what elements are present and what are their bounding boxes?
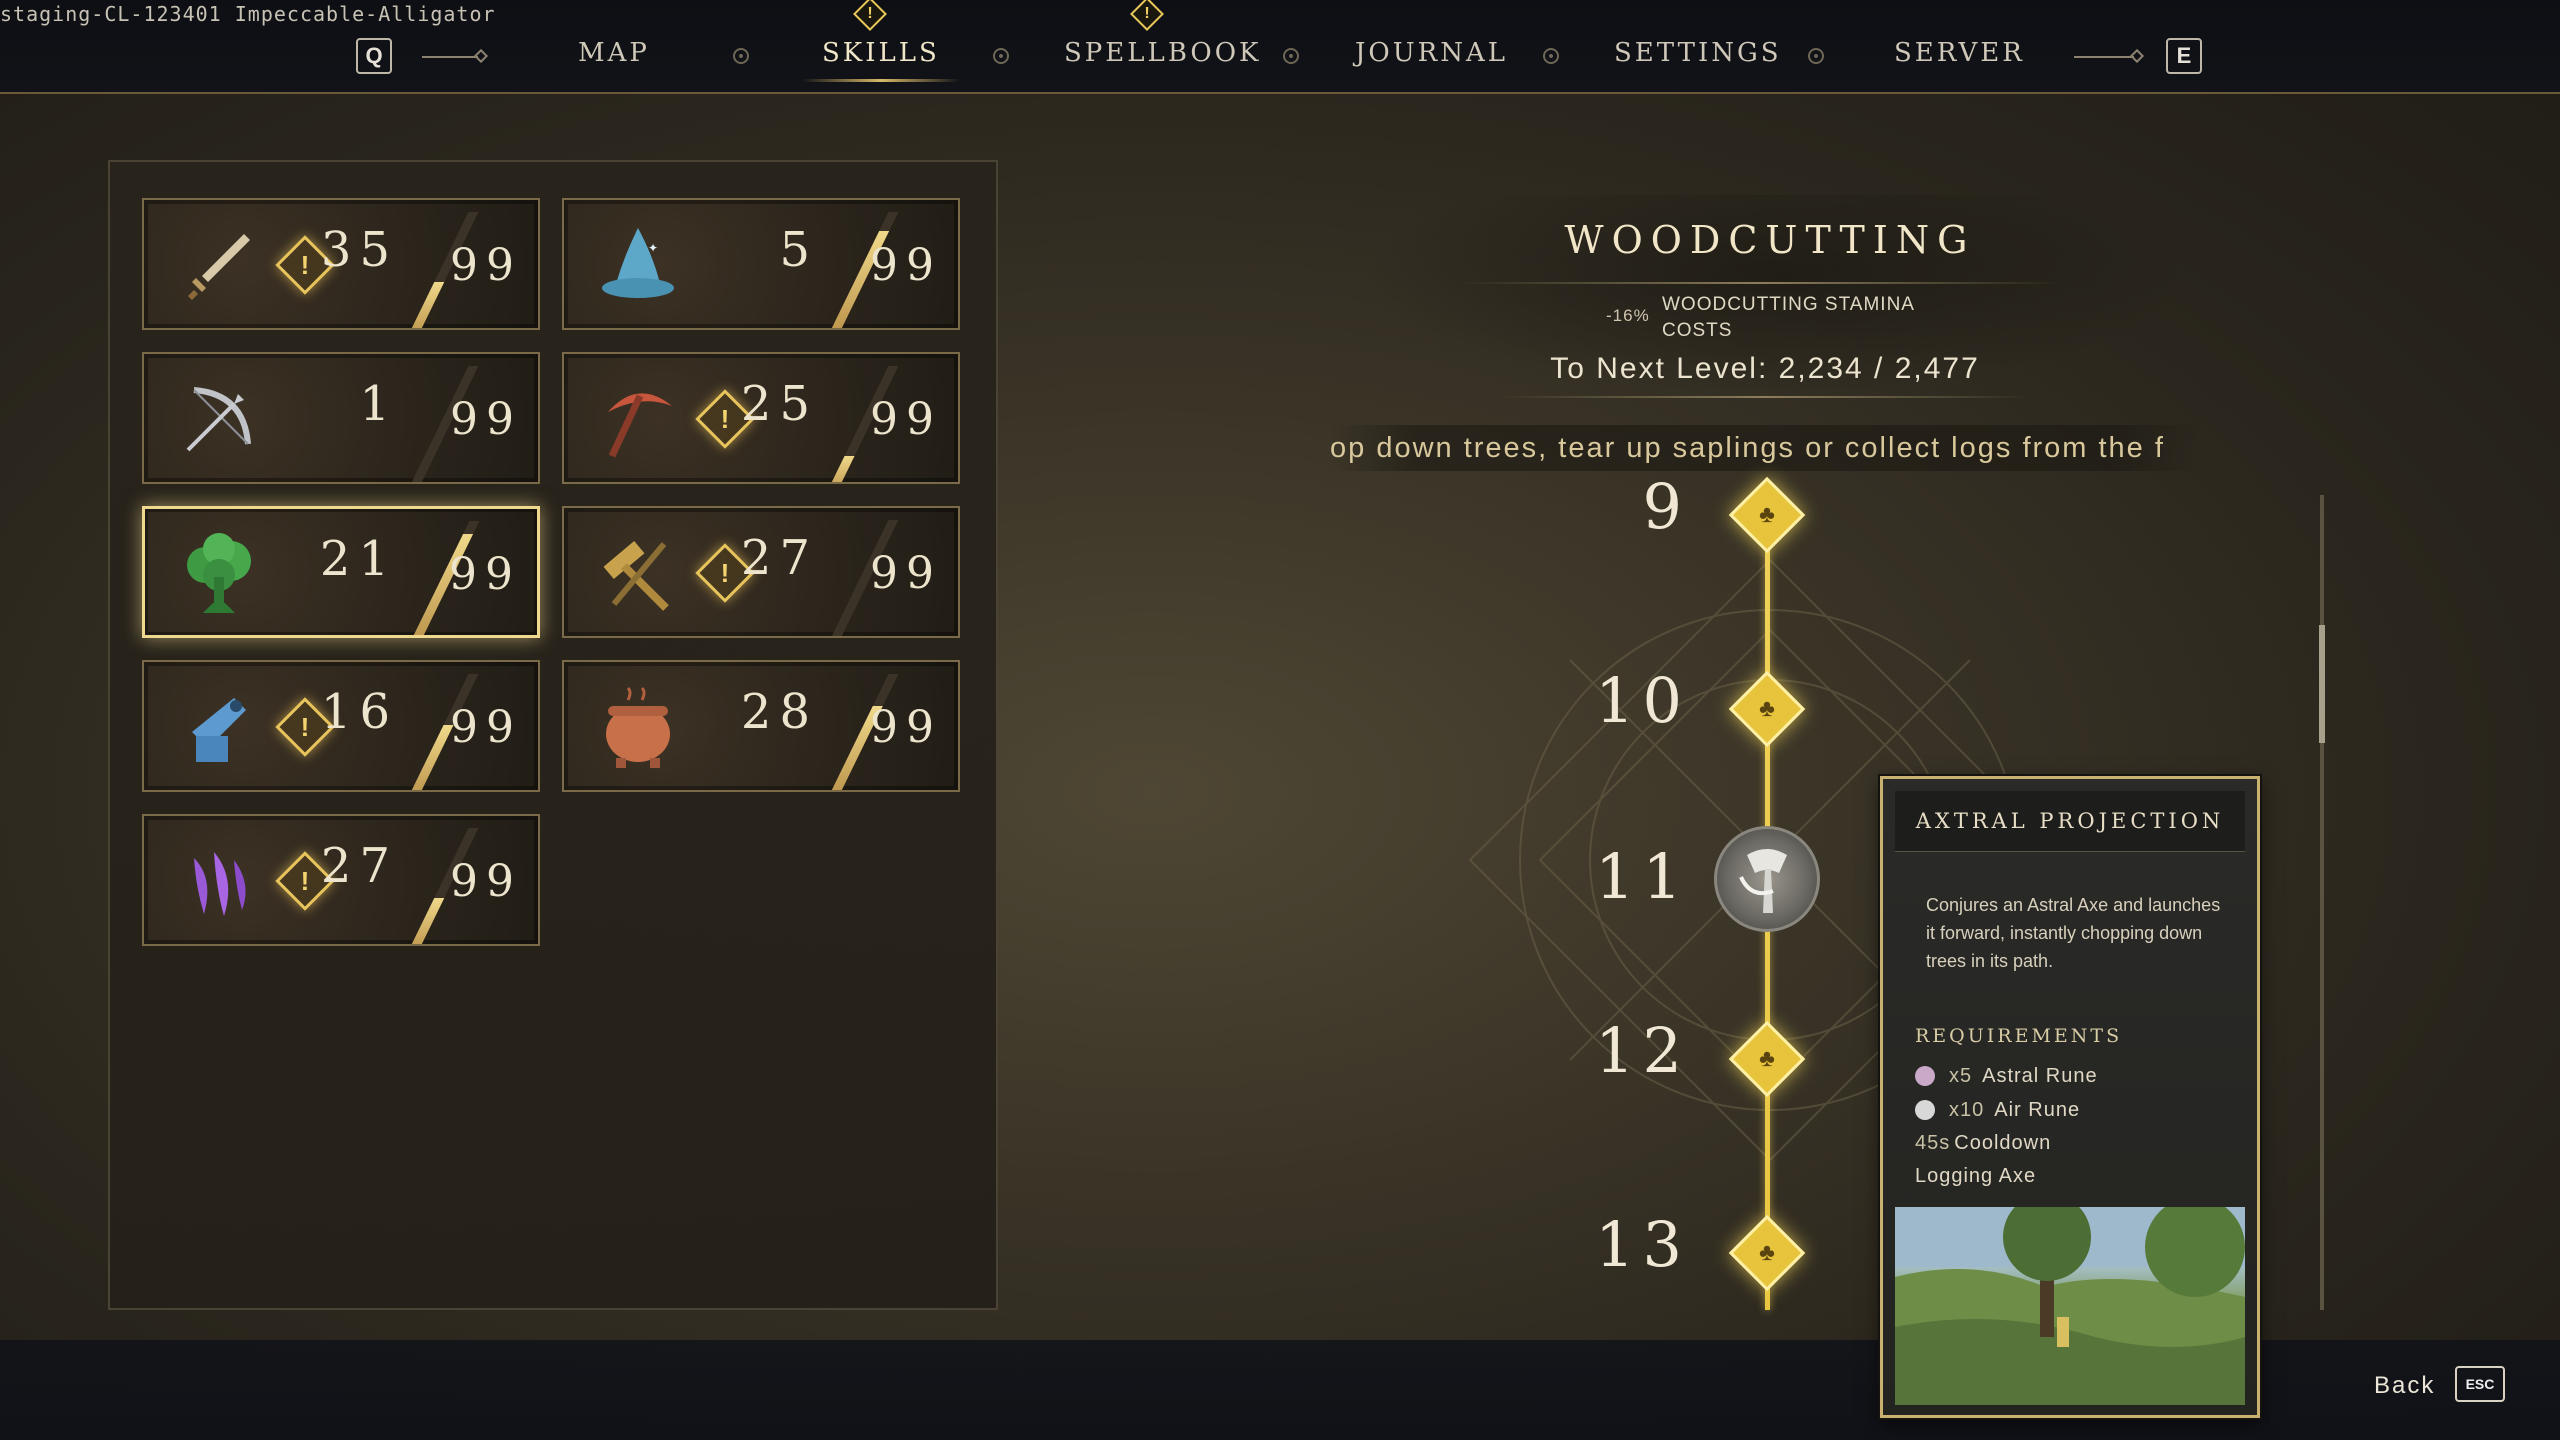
skill-card[interactable]: ! 25 99 xyxy=(562,352,960,484)
tab-spellbook[interactable]: SPELLBOOK xyxy=(1064,38,1261,68)
astral-axe-ability-node[interactable] xyxy=(1714,826,1820,932)
skill-level: 28 xyxy=(740,684,818,740)
tab-skills[interactable]: SKILLS xyxy=(802,38,960,82)
skill-card[interactable]: ! 16 99 xyxy=(142,660,540,792)
next-level-progress: To Next Level: 2,234 / 2,477 xyxy=(1550,352,1980,385)
skill-max-level: 99 xyxy=(870,240,942,291)
tab-server[interactable]: SERVER xyxy=(1894,38,2025,68)
tree-icon xyxy=(175,531,263,619)
skill-max-level: 99 xyxy=(450,394,522,445)
skill-max-level: 99 xyxy=(450,240,522,291)
skill-level: 35 xyxy=(320,222,398,278)
skill-level: 16 xyxy=(320,684,398,740)
bonus-description: WOODCUTTING STAMINA COSTS xyxy=(1662,294,1914,341)
skills-alert-icon: ! xyxy=(853,0,887,31)
nav-arrow-right xyxy=(2074,56,2134,58)
tree-level-label: 11 xyxy=(1595,840,1690,913)
requirement-row: x5 Astral Rune xyxy=(1915,1065,2098,1088)
tree-node-icon: ♣ xyxy=(1759,1045,1775,1072)
ability-tooltip: AXTRAL PROJECTION Conjures an Astral Axe… xyxy=(1880,776,2260,1418)
skill-level: 27 xyxy=(320,838,398,894)
tree-scrollbar-track[interactable] xyxy=(2320,495,2324,1310)
tab-journal[interactable]: JOURNAL xyxy=(1355,38,1508,68)
nav-separator-dot xyxy=(1543,48,1559,64)
skill-card[interactable]: 28 99 xyxy=(562,660,960,792)
next-tab-key[interactable]: E xyxy=(2166,38,2202,74)
tree-node-icon: ♣ xyxy=(1759,695,1775,722)
nav-separator-dot xyxy=(733,48,749,64)
tree-level-label: 12 xyxy=(1595,1014,1690,1087)
tree-node-icon: ♣ xyxy=(1759,1239,1775,1266)
cooldown-row: 45s Cooldown xyxy=(1915,1132,2052,1154)
air-rune-icon xyxy=(1915,1100,1935,1120)
skill-level: 21 xyxy=(319,531,397,587)
crafting-icon xyxy=(174,684,262,772)
build-label: staging-CL-123401 Impeccable-Alligator xyxy=(0,2,496,26)
back-esc-key[interactable]: ESC xyxy=(2455,1366,2505,1402)
skill-max-level: 99 xyxy=(870,394,942,445)
progress-divider xyxy=(1500,396,2030,398)
skill-max-level: 99 xyxy=(450,856,522,907)
skills-panel: ! 35 99 ✦ 5 99 1 99! 25 99 21 99! 27 99! 16 99 28 99! 27 99 xyxy=(108,160,998,1310)
nav-arrow-left xyxy=(422,56,478,58)
tree-node-icon: ♣ xyxy=(1759,501,1775,528)
nav-separator-dot xyxy=(993,48,1009,64)
tab-settings[interactable]: SETTINGS xyxy=(1614,38,1782,68)
hammer-icon xyxy=(594,530,682,618)
skill-max-level: 99 xyxy=(449,549,521,600)
tooltip-description: Conjures an Astral Axe and launches it f… xyxy=(1926,895,2221,971)
tree-level-label: 13 xyxy=(1595,1208,1690,1281)
skill-card[interactable]: ! 35 99 xyxy=(142,198,540,330)
skill-max-level: 99 xyxy=(870,702,942,753)
skill-card[interactable]: ! 27 99 xyxy=(562,506,960,638)
cauldron-icon xyxy=(594,684,682,772)
tool-requirement: Logging Axe xyxy=(1915,1165,2037,1187)
top-nav-bar: staging-CL-123401 Impeccable-Alligator Q… xyxy=(0,0,2560,94)
bonus-percent: -16% xyxy=(1606,306,1650,325)
nav-separator-dot xyxy=(1283,48,1299,64)
tree-scrollbar-thumb[interactable] xyxy=(2319,625,2325,743)
ability-preview-image xyxy=(1895,1207,2245,1405)
tooltip-title: AXTRAL PROJECTION xyxy=(1915,809,2225,833)
wizard-hat-icon: ✦ xyxy=(594,222,682,310)
prev-tab-key[interactable]: Q xyxy=(356,38,392,74)
magic-claw-icon xyxy=(174,838,262,926)
back-label: Back xyxy=(2374,1372,2436,1399)
bow-icon xyxy=(174,376,262,464)
svg-text:✦: ✦ xyxy=(648,241,658,255)
skill-card[interactable]: 21 99 xyxy=(142,506,540,638)
skill-level: 27 xyxy=(740,530,818,586)
skill-max-level: 99 xyxy=(870,548,942,599)
tree-level-label: 9 xyxy=(1642,470,1690,543)
skill-max-level: 99 xyxy=(450,702,522,753)
skill-card[interactable]: ✦ 5 99 xyxy=(562,198,960,330)
title-divider xyxy=(1460,282,2060,284)
skill-level: 5 xyxy=(779,222,818,278)
nav-separator-dot xyxy=(1808,48,1824,64)
skill-card[interactable]: 1 99 xyxy=(142,352,540,484)
skill-title: WOODCUTTING xyxy=(1564,218,1976,262)
pickaxe-icon xyxy=(594,376,682,464)
skill-description: op down trees, tear up saplings or colle… xyxy=(1330,425,2200,471)
requirement-row: x10 Air Rune xyxy=(1915,1099,2080,1122)
skill-level: 25 xyxy=(740,376,818,432)
astral-rune-icon xyxy=(1915,1066,1935,1086)
skill-level: 1 xyxy=(359,376,398,432)
spellbook-alert-icon: ! xyxy=(1130,0,1164,31)
requirements-heading: REQUIREMENTS xyxy=(1915,1025,2123,1047)
sword-icon xyxy=(174,222,262,310)
axe-icon xyxy=(1739,849,1787,913)
tooltip-header: AXTRAL PROJECTION xyxy=(1895,791,2245,852)
tree-level-label: 10 xyxy=(1595,664,1690,737)
skill-card[interactable]: ! 27 99 xyxy=(142,814,540,946)
tab-map[interactable]: MAP xyxy=(578,38,650,68)
